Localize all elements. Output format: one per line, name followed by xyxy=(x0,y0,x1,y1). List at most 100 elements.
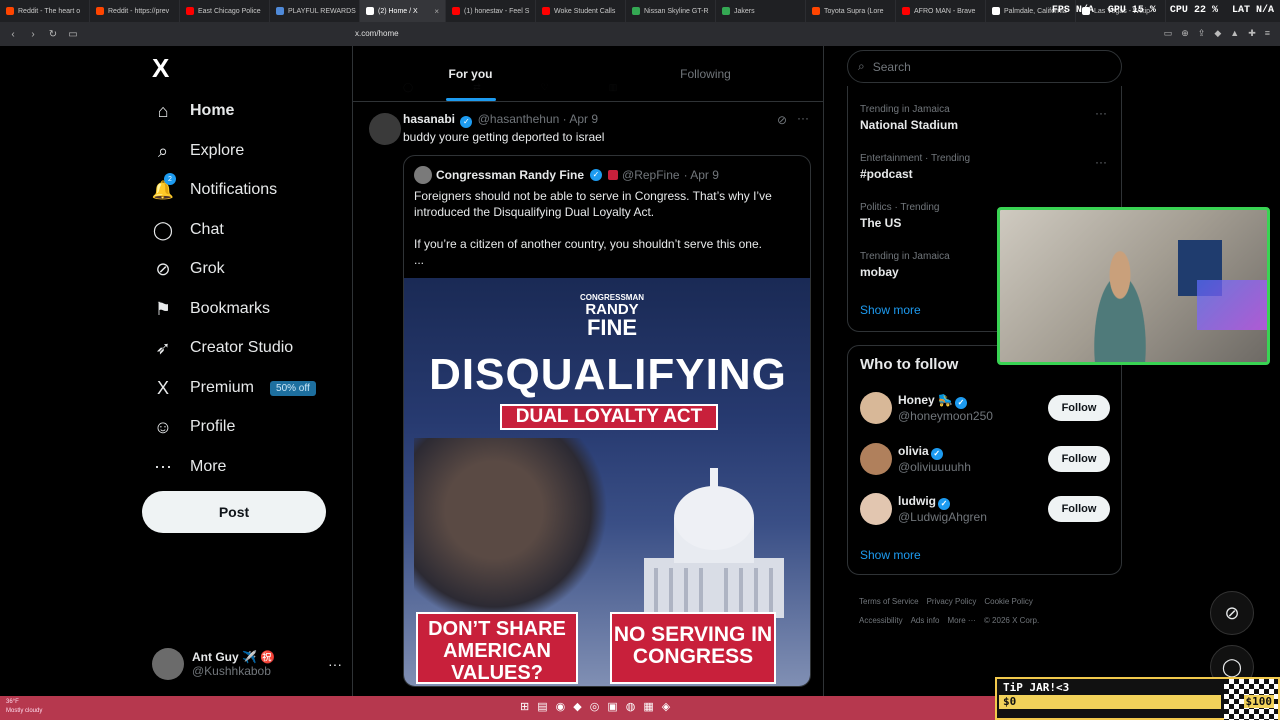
follow-button[interactable]: Follow xyxy=(1048,446,1110,472)
browser-tab[interactable]: PLAYFUL REWARDS xyxy=(270,0,360,22)
post-author-handle[interactable]: @hasanthehun xyxy=(478,112,560,126)
sidebar-toggle-icon[interactable]: ▭ xyxy=(66,27,80,41)
browser-tab[interactable]: East Chicago Police xyxy=(180,0,270,22)
footer-link[interactable]: Accessibility xyxy=(859,616,903,625)
trends-show-more-link[interactable]: Show more xyxy=(860,303,921,317)
sidebar-item-explore[interactable]: ⌕ Explore xyxy=(152,140,244,162)
quoted-post[interactable]: Congressman Randy Fine ✓ @RepFine · Apr … xyxy=(403,155,811,687)
trend-item[interactable]: Trending in Jamaica mobay xyxy=(860,251,950,279)
poster-right-box: NO SERVING IN CONGRESS xyxy=(610,612,776,684)
footer-link[interactable]: Cookie Policy xyxy=(984,597,1032,606)
browser-tab[interactable]: Toyota Supra (Lore xyxy=(806,0,896,22)
os-taskbar: 36°F Mostly cloudy ⊞ ▤ ◉ ◆ ◎ ▣ ◍ ▦ ◈ xyxy=(0,696,995,720)
sidebar-item-profile[interactable]: ☺ Profile xyxy=(152,416,236,438)
share-icon[interactable]: ⇪ xyxy=(1198,28,1206,39)
post-author-name[interactable]: hasanabi xyxy=(403,112,455,126)
suggested-account[interactable]: Honey 🛼 ✓ @honeymoon250 Follow xyxy=(860,390,1110,426)
tab-favicon-icon xyxy=(542,7,550,15)
browser-tab[interactable]: Jakers xyxy=(716,0,806,22)
brave-icon[interactable]: ◆ xyxy=(573,700,581,713)
browser-tab[interactable]: Nissan Skyline GT-R xyxy=(626,0,716,22)
sidebar-item-chat[interactable]: ◯ Chat xyxy=(152,219,224,241)
trend-item[interactable]: Trending in Jamaica National Stadium xyxy=(860,104,958,132)
government-badge-icon xyxy=(608,170,619,180)
browser-tab[interactable]: (1) honestav - Feel S xyxy=(446,0,536,22)
start-icon[interactable]: ⊞ xyxy=(520,700,529,713)
search-icon: ⌕ xyxy=(858,59,865,73)
close-tab-icon[interactable]: × xyxy=(434,7,439,16)
brave-shield-icon[interactable]: ◆ xyxy=(1214,28,1221,39)
back-icon[interactable]: ‹ xyxy=(6,27,20,41)
tab-for-you[interactable]: For you xyxy=(353,46,588,101)
browser-tab[interactable]: Woke Student Calls xyxy=(536,0,626,22)
rewards-icon[interactable]: ▲ xyxy=(1230,28,1239,39)
steam-icon[interactable]: ◉ xyxy=(556,700,566,713)
who-to-follow-panel: Who to follow Honey 🛼 ✓ @honeymoon250 Follo… xyxy=(847,345,1122,575)
search-input[interactable]: ⌕ Search xyxy=(847,50,1122,83)
sidebar-item-grok[interactable]: ⊘ Grok xyxy=(152,258,224,280)
post-more-icon[interactable]: ··· xyxy=(797,111,809,125)
trend-more-icon[interactable]: ··· xyxy=(1095,155,1107,169)
trend-item[interactable]: Politics · Trending The US xyxy=(860,202,939,230)
app-icon[interactable]: ▦ xyxy=(643,700,653,713)
suggested-account[interactable]: ludwig ✓ @LudwigAhgren Follow xyxy=(860,491,1110,527)
reload-icon[interactable]: ↻ xyxy=(46,27,60,41)
forward-icon[interactable]: › xyxy=(26,27,40,41)
capitol-building-icon xyxy=(644,468,784,618)
trend-more-icon[interactable]: ··· xyxy=(1095,106,1107,120)
weather-widget[interactable]: 36°F Mostly cloudy xyxy=(6,698,42,716)
follow-button[interactable]: Follow xyxy=(1048,496,1110,522)
sidebar-item-notifications[interactable]: 🔔 2 Notifications xyxy=(152,173,277,201)
account-more-icon[interactable]: ··· xyxy=(328,656,342,672)
trend-context: Trending in Jamaica xyxy=(860,104,950,115)
avatar[interactable] xyxy=(860,443,892,475)
sidebar-item-more[interactable]: ⋯ More xyxy=(152,456,226,478)
app-icon[interactable]: ◎ xyxy=(590,700,600,713)
avatar xyxy=(414,166,432,184)
avatar[interactable] xyxy=(369,113,401,145)
browser-tab[interactable]: Reddit - https://prev xyxy=(90,0,180,22)
trend-context: Trending in Jamaica xyxy=(860,251,950,262)
post-image[interactable]: CONGRESSMAN RANDY FINE DISQUALIFYING DUA… xyxy=(404,278,810,686)
who-to-follow-show-more-link[interactable]: Show more xyxy=(860,548,921,562)
footer-link[interactable]: More ··· xyxy=(947,616,975,625)
zoom-icon[interactable]: ⊕ xyxy=(1181,28,1189,39)
sidebar-item-bookmarks[interactable]: ⚑ Bookmarks xyxy=(152,298,270,320)
tab-favicon-icon xyxy=(186,7,194,15)
url-field[interactable]: x.com/home xyxy=(355,29,399,38)
account-switcher[interactable]: Ant Guy ✈️ ㊗️ @Kushhkabob ··· xyxy=(152,646,342,682)
app-icon[interactable]: ◈ xyxy=(662,700,670,713)
sidebar-item-creator-studio[interactable]: ➶ Creator Studio xyxy=(152,337,293,359)
extensions-icon[interactable]: ✚ xyxy=(1248,28,1256,39)
grok-icon[interactable]: ⊘ xyxy=(777,113,787,127)
discord-icon[interactable]: ◍ xyxy=(626,700,636,713)
sidebar-item-label: Creator Studio xyxy=(190,339,294,356)
x-logo-icon[interactable]: X xyxy=(152,55,176,81)
poster-brand: CONGRESSMAN RANDY FINE xyxy=(580,294,644,339)
footer-link[interactable]: Terms of Service xyxy=(859,597,919,606)
footer-link[interactable]: Ads info xyxy=(911,616,940,625)
grok-floating-icon[interactable]: ⊘ xyxy=(1210,591,1254,635)
post-button[interactable]: Post xyxy=(142,491,326,533)
avatar[interactable] xyxy=(860,493,892,525)
webcam-overlay xyxy=(997,207,1270,365)
browser-tab[interactable]: Reddit - The heart o xyxy=(0,0,90,22)
menu-icon[interactable]: ≡ xyxy=(1265,28,1270,39)
tab-following[interactable]: Following xyxy=(588,46,823,101)
footer-link[interactable]: Privacy Policy xyxy=(927,597,977,606)
sidebar-item-home[interactable]: ⌂ Home xyxy=(152,100,235,122)
avatar[interactable] xyxy=(860,392,892,424)
quoted-post-header: Congressman Randy Fine ✓ @RepFine · Apr … xyxy=(414,166,719,184)
browser-tab[interactable]: AFRO MAN - Brave xyxy=(896,0,986,22)
notification-badge: 2 xyxy=(164,173,176,185)
browser-tab[interactable]: (2) Home / X × xyxy=(360,0,446,22)
sidebar-item-premium[interactable]: X Premium 50% off xyxy=(152,377,316,399)
follow-button[interactable]: Follow xyxy=(1048,395,1110,421)
cast-icon[interactable]: ▭ xyxy=(1164,28,1173,39)
trend-item[interactable]: Entertainment · Trending #podcast xyxy=(860,153,970,181)
post-date[interactable]: · Apr 9 xyxy=(563,112,598,126)
suggested-account[interactable]: olivia ✓ @oliviuuuuhh Follow xyxy=(860,441,1110,477)
app-icon[interactable]: ▣ xyxy=(607,700,617,713)
verified-badge-icon: ✓ xyxy=(590,169,603,181)
files-icon[interactable]: ▤ xyxy=(537,700,547,713)
